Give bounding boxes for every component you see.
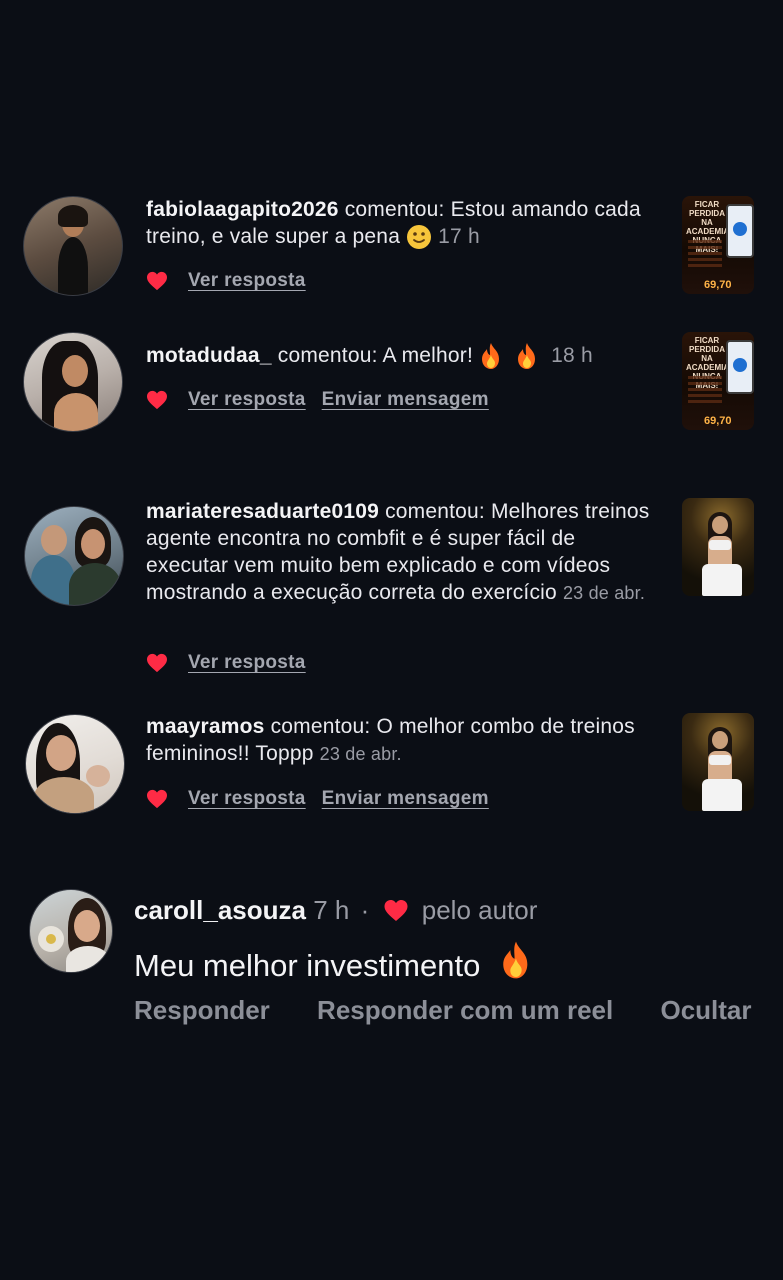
username[interactable]: fabiolaagapito2026	[146, 198, 339, 221]
ad-price: 69,70	[704, 415, 732, 427]
avatar[interactable]	[29, 889, 113, 973]
reply-with-reel-button[interactable]: Responder com um reel	[317, 995, 613, 1025]
verb: comentou:	[344, 198, 445, 221]
timestamp: 7 h	[313, 895, 350, 925]
notification-text: motadudaa_ comentou: A melhor! 18 h	[146, 342, 656, 370]
ad-price: 69,70	[704, 279, 732, 291]
verb: comentou:	[277, 344, 378, 367]
username[interactable]: caroll_asouza	[134, 895, 306, 925]
heart-icon[interactable]	[146, 653, 168, 673]
fire-emoji-icon	[518, 343, 536, 370]
separator: ·	[360, 895, 370, 925]
comment-text: Meu melhor investimento	[134, 948, 481, 983]
username[interactable]: motadudaa_	[146, 344, 272, 367]
post-thumbnail[interactable]: FICAR PERDIDA NA ACADEMIA NUNCA MAIS! 69…	[682, 332, 754, 430]
heart-icon[interactable]	[146, 789, 168, 809]
notification-text: maayramos comentou: O melhor combo de tr…	[146, 713, 656, 768]
comment-header: caroll_asouza 7 h · pelo autor	[134, 894, 537, 926]
reply-link[interactable]: Ver resposta	[188, 788, 306, 810]
reply-button[interactable]: Responder	[134, 995, 270, 1025]
notification-actions: Ver resposta	[146, 268, 322, 294]
reply-link[interactable]: Ver resposta	[188, 270, 306, 292]
smile-emoji-icon	[407, 225, 432, 250]
avatar[interactable]	[25, 714, 125, 814]
username[interactable]: mariateresaduarte0109	[146, 500, 379, 523]
verb: comentou:	[270, 715, 371, 738]
heart-icon	[384, 900, 408, 921]
timestamp: 23 de abr.	[319, 744, 402, 764]
avatar[interactable]	[23, 196, 123, 296]
comment-actions: Responder Responder com um reel Ocultar	[134, 995, 783, 1027]
avatar[interactable]	[23, 332, 123, 432]
post-thumbnail[interactable]	[682, 498, 754, 596]
send-message-link[interactable]: Enviar mensagem	[322, 389, 489, 411]
notification-actions: Ver resposta Enviar mensagem	[146, 786, 505, 812]
phone-graphic	[726, 204, 754, 258]
post-thumbnail[interactable]: FICAR PERDIDA NA ACADEMIA NUNCA MAIS! 69…	[682, 196, 754, 294]
fire-emoji-icon	[503, 941, 528, 979]
hide-button[interactable]: Ocultar	[660, 995, 751, 1025]
comment-body: Meu melhor investimento	[134, 940, 533, 985]
phone-graphic	[726, 340, 754, 394]
heart-icon[interactable]	[146, 271, 168, 291]
reply-link[interactable]: Ver resposta	[188, 652, 306, 674]
avatar[interactable]	[24, 506, 124, 606]
timestamp: 23 de abr.	[562, 583, 646, 603]
timestamp: 17 h	[438, 225, 480, 248]
comment-message: A melhor!	[382, 344, 474, 367]
send-message-link[interactable]: Enviar mensagem	[322, 788, 489, 810]
verb: comentou:	[385, 500, 485, 523]
fire-emoji-icon	[482, 343, 500, 370]
heart-icon[interactable]	[146, 390, 168, 410]
username[interactable]: maayramos	[146, 715, 265, 738]
timestamp: 18 h	[551, 344, 593, 367]
notification-actions: Ver resposta	[146, 650, 322, 676]
post-thumbnail[interactable]	[682, 713, 754, 811]
reply-link[interactable]: Ver resposta	[188, 389, 306, 411]
notification-text: fabiolaagapito2026 comentou: Estou amand…	[146, 196, 656, 250]
notification-text: mariateresaduarte0109 comentou: Melhores…	[146, 498, 656, 607]
notification-actions: Ver resposta Enviar mensagem	[146, 387, 505, 413]
liked-by-author-label: pelo autor	[421, 895, 538, 925]
